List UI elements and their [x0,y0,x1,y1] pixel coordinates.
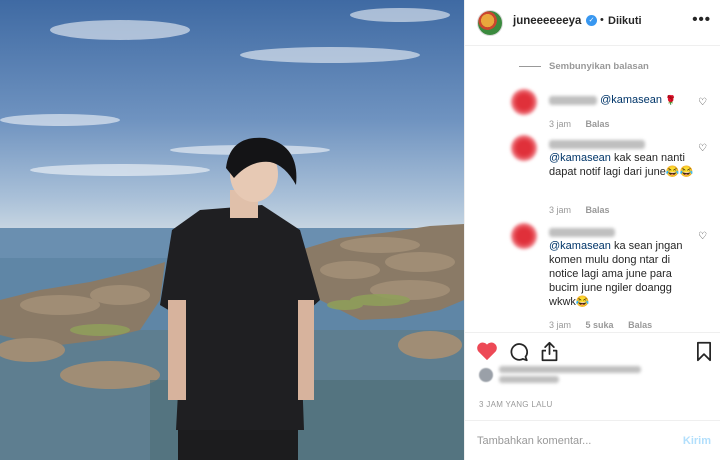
heart-icon[interactable] [476,341,498,361]
liker-avatar[interactable] [479,368,493,382]
bookmark-icon[interactable] [695,341,713,362]
verified-badge-icon: ✓ [586,15,597,26]
post-photo[interactable] [0,0,464,460]
rose-emoji: 🌹 [665,96,677,106]
hide-replies-button[interactable]: Sembunyikan balasan [549,61,649,72]
commenter-username[interactable] [549,139,645,149]
replies-divider [519,66,541,67]
comment-mention[interactable]: @kamasean [600,94,662,106]
commenter-username[interactable] [549,227,615,237]
reply-button[interactable]: Balas [586,119,610,129]
comment-item: @kamasean 🌹 3 jam Balas ♡ [465,89,720,134]
comment-like-heart-icon[interactable]: ♡ [698,143,707,154]
comment-time[interactable]: 3 jam [549,119,571,129]
comment-meta: 3 jam 5 suka Balas [549,320,664,330]
comment-like-heart-icon[interactable]: ♡ [698,231,707,242]
comment-text: @kamasean ka sean jngan komen mulu dong … [549,225,699,309]
comment-meta: 3 jam Balas [549,205,622,215]
commenter-avatar[interactable] [511,89,537,115]
comment-time[interactable]: 3 jam [549,320,571,330]
comment-item: @kamasean kak sean nanti dapat notif lag… [465,135,720,217]
comments-list[interactable]: Sembunyikan balasan @kamasean 🌹 3 jam Ba… [465,47,720,332]
commenter-avatar[interactable] [511,223,537,249]
commenter-username[interactable] [549,95,597,105]
header-separator: • [600,14,604,26]
comment-time[interactable]: 3 jam [549,205,571,215]
commenter-avatar[interactable] [511,135,537,161]
post-photo-illustration [0,8,464,460]
comment-text: @kamasean kak sean nanti dapat notif lag… [549,137,699,179]
post-side-panel: juneeeeeeya ✓ • Diikuti ••• Sembunyikan … [464,0,720,460]
send-comment-button[interactable]: Kirim [683,435,711,447]
comment-like-heart-icon[interactable]: ♡ [698,97,707,108]
share-icon[interactable] [539,341,560,362]
comment-meta: 3 jam Balas [549,119,622,129]
comment-mention[interactable]: @kamasean [549,152,611,164]
reply-button[interactable]: Balas [628,320,652,330]
comment-input[interactable] [477,431,667,451]
comment-icon[interactable] [508,341,529,362]
comment-like-count[interactable]: 5 suka [586,320,614,330]
comment-box: Kirim [465,420,720,460]
liked-by-count[interactable] [499,376,559,383]
reply-button[interactable]: Balas [586,205,610,215]
author-avatar[interactable] [477,10,503,36]
comment-text: @kamasean 🌹 [549,93,699,108]
liked-by-row[interactable] [465,364,720,388]
liked-by-names[interactable] [499,366,641,373]
author-username[interactable]: juneeeeeeya [513,15,581,27]
comment-item: @kamasean ka sean jngan komen mulu dong … [465,223,720,332]
more-options-icon[interactable]: ••• [692,11,711,28]
post-timestamp[interactable]: 3 JAM YANG LALU [479,400,553,409]
comment-mention[interactable]: @kamasean [549,240,611,252]
post-header: juneeeeeeya ✓ • Diikuti ••• [465,0,720,46]
following-button[interactable]: Diikuti [608,15,642,27]
